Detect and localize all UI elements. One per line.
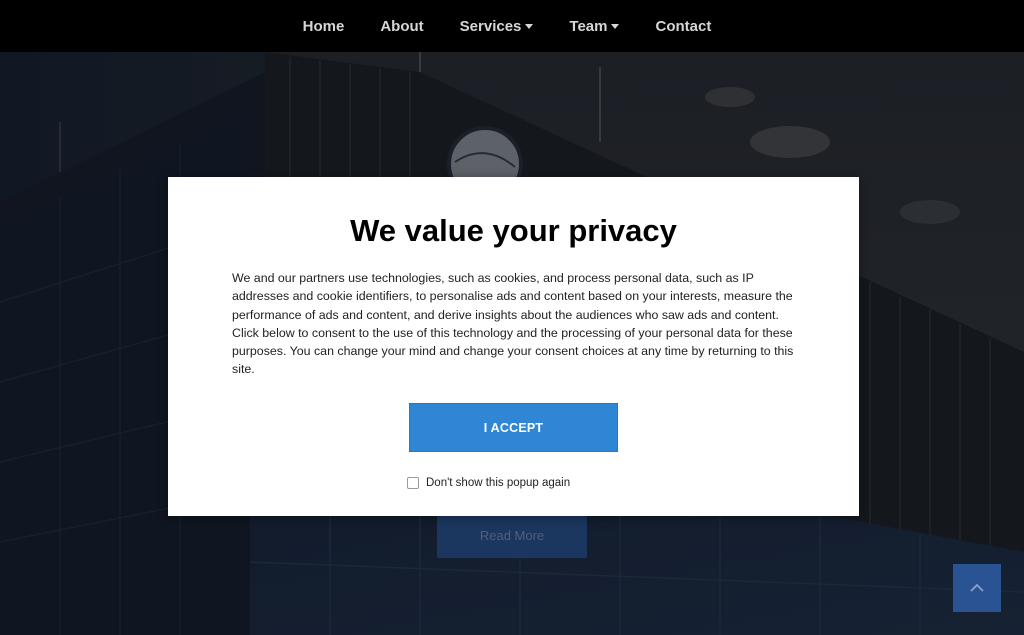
nav-menu: Home About Services Team Contact	[285, 18, 730, 35]
read-more-label: Read More	[479, 527, 545, 543]
nav-item-contact[interactable]: Contact	[637, 18, 729, 35]
dialog-body-text: We and our partners use technologies, su…	[232, 271, 794, 377]
nav-item-label: Services	[459, 17, 522, 35]
accept-button-label: I ACCEPT	[483, 420, 544, 435]
nav-item-about[interactable]: About	[362, 18, 441, 35]
dont-show-again-option[interactable]: Don't show this popup again	[407, 477, 570, 489]
nav-item-label: About	[380, 17, 424, 35]
scroll-to-top-button[interactable]	[953, 564, 1001, 612]
accept-button[interactable]: I ACCEPT	[409, 403, 618, 452]
nav-item-services[interactable]: Services	[442, 18, 552, 35]
caret-down-icon	[611, 24, 620, 29]
nav-item-label: Home	[302, 17, 345, 35]
top-navigation: Home About Services Team Contact	[0, 0, 1024, 52]
dont-show-again-label: Don't show this popup again	[426, 477, 571, 489]
privacy-consent-dialog: We value your privacy We and our partner…	[168, 177, 859, 516]
dialog-title: We value your privacy	[350, 213, 677, 248]
chevron-up-icon	[970, 583, 984, 592]
nav-item-home[interactable]: Home	[285, 18, 363, 35]
nav-item-label: Team	[569, 17, 608, 35]
caret-down-icon	[525, 24, 534, 29]
dont-show-again-checkbox[interactable]	[407, 477, 419, 489]
read-more-button[interactable]: Read More	[437, 512, 587, 558]
nav-item-team[interactable]: Team	[551, 18, 637, 35]
nav-item-label: Contact	[655, 17, 712, 35]
